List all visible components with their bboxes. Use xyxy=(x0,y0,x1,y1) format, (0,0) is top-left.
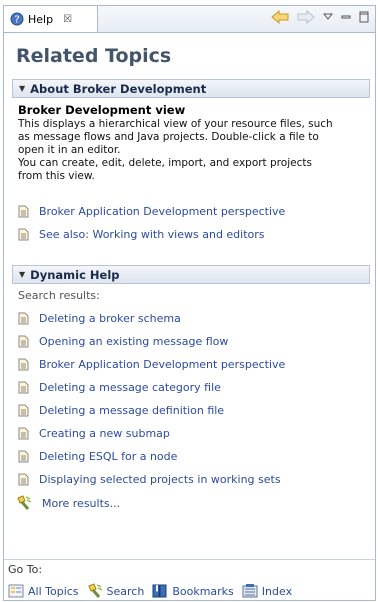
tab-bar: ? Help ☒ xyxy=(4,6,375,33)
search-result-label: Deleting a message category file xyxy=(39,381,221,394)
document-icon xyxy=(18,381,29,394)
back-arrow-icon[interactable] xyxy=(271,10,289,24)
goto-all-topics-label: All Topics xyxy=(28,584,79,598)
about-link-label: See also: Working with views and editors xyxy=(39,228,265,241)
goto-index[interactable]: Index xyxy=(242,583,292,599)
search-result-link[interactable]: Deleting ESQL for a node xyxy=(18,450,177,463)
forward-arrow-icon[interactable] xyxy=(297,10,315,24)
document-icon xyxy=(18,205,29,218)
flashlight-search-icon xyxy=(17,495,32,510)
page-title: Related Topics xyxy=(16,45,172,67)
view-menu-icon[interactable] xyxy=(323,13,333,21)
tab-title: Help xyxy=(28,12,54,26)
search-icon xyxy=(87,583,102,598)
search-result-link[interactable]: Displaying selected projects in working … xyxy=(18,473,281,486)
search-result-link[interactable]: Deleting a message category file xyxy=(18,381,221,394)
document-icon xyxy=(18,427,29,440)
help-content: Related Topics ▼ About Broker Developmen… xyxy=(4,33,375,600)
about-description: This displays a hierarchical view of you… xyxy=(18,118,370,183)
help-view: ? Help ☒ Related Topics ▼ About Broker D… xyxy=(3,5,376,601)
svg-text:?: ? xyxy=(14,15,19,26)
goto-label: Go To: xyxy=(8,563,43,576)
search-result-link[interactable]: Creating a new submap xyxy=(18,427,170,440)
document-icon xyxy=(18,473,29,486)
search-result-link[interactable]: Opening an existing message flow xyxy=(18,335,228,348)
search-result-link[interactable]: Broker Application Development perspecti… xyxy=(18,358,285,371)
about-line: from this view. xyxy=(18,170,95,182)
about-body: Broker Development view This displays a … xyxy=(18,103,370,183)
search-result-label: Broker Application Development perspecti… xyxy=(39,358,286,371)
footer-divider xyxy=(4,559,375,560)
document-icon xyxy=(18,450,29,463)
maximize-icon[interactable] xyxy=(359,11,369,23)
search-result-label: Deleting ESQL for a node xyxy=(39,450,178,463)
all-topics-icon xyxy=(8,584,24,598)
about-line: You can create, edit, delete, import, an… xyxy=(18,157,312,169)
document-icon xyxy=(18,312,29,325)
document-icon xyxy=(18,404,29,417)
search-result-label: Deleting a message definition file xyxy=(39,404,225,417)
close-icon[interactable]: ☒ xyxy=(63,14,72,25)
search-result-label: Displaying selected projects in working … xyxy=(39,473,281,486)
goto-bookmarks[interactable]: Bookmarks xyxy=(152,583,234,599)
goto-search-label: Search xyxy=(106,584,145,598)
about-link[interactable]: Broker Application Development perspecti… xyxy=(18,205,285,218)
help-icon: ? xyxy=(10,12,24,26)
about-line: as message flows and Java projects. Doub… xyxy=(18,131,319,143)
expand-triangle-icon: ▼ xyxy=(19,270,26,279)
goto-all-topics[interactable]: All Topics xyxy=(8,584,79,598)
goto-bookmarks-label: Bookmarks xyxy=(172,584,234,598)
about-heading: Broker Development view xyxy=(18,103,186,117)
goto-search[interactable]: Search xyxy=(87,583,145,599)
about-line: open it in an editor. xyxy=(18,144,121,156)
index-icon xyxy=(242,584,258,598)
document-icon xyxy=(18,228,29,241)
more-results-label: More results... xyxy=(42,496,121,510)
tab-help[interactable]: ? Help ☒ xyxy=(4,6,98,32)
about-section-header[interactable]: ▼ About Broker Development xyxy=(12,79,370,98)
about-line: This displays a hierarchical view of you… xyxy=(18,118,333,130)
dynamic-help-section-title: Dynamic Help xyxy=(30,267,120,282)
search-result-link[interactable]: Deleting a broker schema xyxy=(18,312,181,325)
search-result-label: Opening an existing message flow xyxy=(39,335,229,348)
about-link[interactable]: See also: Working with views and editors xyxy=(18,228,265,241)
about-link-label: Broker Application Development perspecti… xyxy=(39,205,286,218)
dynamic-help-section-header[interactable]: ▼ Dynamic Help xyxy=(12,265,370,284)
search-results-label: Search results: xyxy=(18,289,100,302)
goto-index-label: Index xyxy=(261,584,293,598)
document-icon xyxy=(18,358,29,371)
document-icon xyxy=(18,335,29,348)
search-result-label: Deleting a broker schema xyxy=(39,312,181,325)
expand-triangle-icon: ▼ xyxy=(19,84,26,93)
view-toolbar xyxy=(271,10,369,24)
search-result-label: Creating a new submap xyxy=(39,427,170,440)
goto-bar: All Topics Search Bookmarks Index xyxy=(8,583,300,599)
more-results-link[interactable]: More results... xyxy=(16,495,120,511)
search-result-link[interactable]: Deleting a message definition file xyxy=(18,404,224,417)
minimize-icon[interactable] xyxy=(341,13,351,21)
about-section-title: About Broker Development xyxy=(30,81,207,96)
bookmarks-icon xyxy=(152,584,167,598)
